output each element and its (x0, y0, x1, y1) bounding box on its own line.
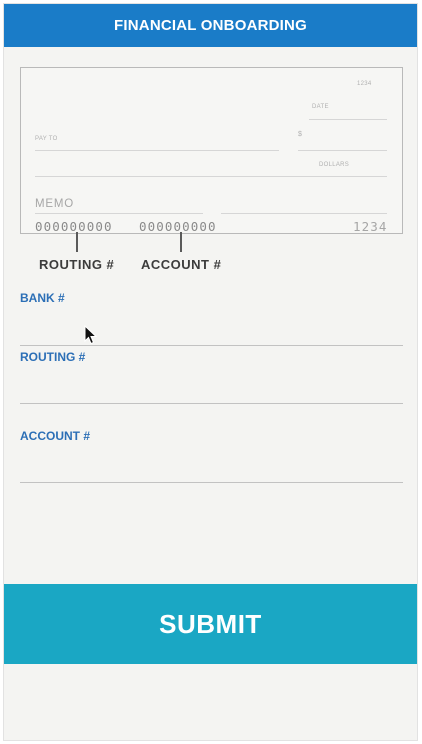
check-memo-line (35, 213, 203, 214)
check-date-label: DATE (312, 104, 329, 110)
routing-pointer-line (76, 232, 78, 252)
check-signature-line (221, 213, 387, 214)
check-dollars-line (35, 176, 387, 177)
bank-field-label: BANK # (20, 291, 65, 305)
check-number-bottom: 1234 (353, 219, 388, 234)
routing-caption: ROUTING # (39, 257, 115, 272)
check-date-line (309, 119, 387, 120)
check-illustration: 1234 DATE PAY TO $ DOLLARS MEMO 00000000… (20, 67, 403, 234)
account-caption: ACCOUNT # (141, 257, 222, 272)
account-field[interactable] (20, 455, 403, 483)
check-amount-line (298, 150, 387, 151)
routing-field[interactable] (20, 376, 403, 404)
account-field-label: ACCOUNT # (20, 429, 91, 443)
account-pointer-line (180, 232, 182, 252)
bank-field[interactable] (20, 318, 403, 346)
check-number-top: 1234 (357, 81, 372, 87)
check-pay-to-line (35, 150, 279, 151)
page-header: FINANCIAL ONBOARDING (4, 4, 417, 47)
check-dollar-sign: $ (298, 131, 303, 138)
check-account-digits: 000000000 (139, 219, 217, 234)
submit-button[interactable]: SUBMIT (4, 584, 417, 664)
page-title: FINANCIAL ONBOARDING (114, 17, 307, 34)
check-memo-label: MEMO (35, 198, 74, 210)
check-routing-digits: 000000000 (35, 219, 113, 234)
mouse-pointer-icon (84, 325, 97, 345)
check-pay-to-label: PAY TO (35, 136, 58, 142)
routing-field-label: ROUTING # (20, 350, 86, 364)
check-dollars-label: DOLLARS (319, 162, 350, 168)
app-frame: FINANCIAL ONBOARDING 1234 DATE PAY TO $ … (3, 3, 418, 741)
